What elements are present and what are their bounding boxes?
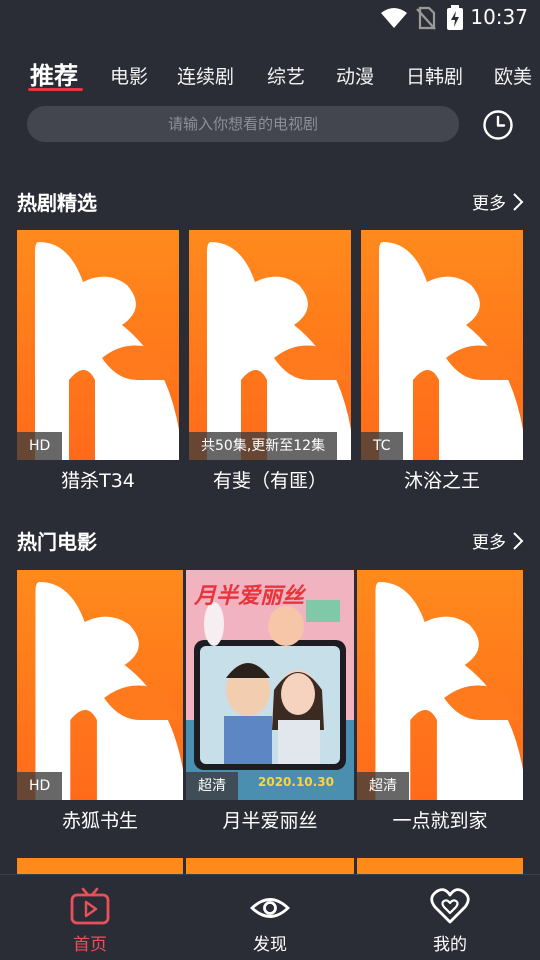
bottom-navigation: 首页 发现 我的 xyxy=(0,874,540,960)
card-title[interactable]: 赤狐书生 xyxy=(17,806,183,833)
no-sim-icon xyxy=(416,6,436,30)
poster-image[interactable]: TC xyxy=(361,230,523,460)
poster-image[interactable]: 超清 xyxy=(357,570,523,800)
clock-icon[interactable] xyxy=(482,109,514,141)
tab-western[interactable]: 欧美 xyxy=(494,62,532,89)
app-logo-placeholder-icon xyxy=(35,582,183,800)
section-title-hot-movies: 热门电影 xyxy=(17,530,97,554)
poster-image[interactable]: HD xyxy=(17,570,183,800)
more-button-hot-series[interactable]: 更多 xyxy=(472,189,524,214)
tv-home-icon xyxy=(70,887,110,925)
quality-badge: HD xyxy=(17,772,63,800)
nav-label: 首页 xyxy=(73,935,107,955)
poster-image[interactable]: 共50集,更新至12集 xyxy=(189,230,351,460)
app-logo-placeholder-icon xyxy=(379,242,523,460)
quality-badge: TC xyxy=(361,432,403,460)
movie-poster-image[interactable]: 月半爱丽丝 2020.10.30 超清 xyxy=(186,570,354,800)
section-title-hot-series: 热剧精选 xyxy=(17,191,97,215)
category-tabs: 推荐 电影 连续剧 综艺 动漫 日韩剧 欧美 xyxy=(0,54,540,98)
tab-series[interactable]: 连续剧 xyxy=(177,62,234,89)
card-title[interactable]: 月半爱丽丝 xyxy=(186,806,354,833)
active-tab-indicator xyxy=(28,88,83,91)
episode-badge: 共50集,更新至12集 xyxy=(189,432,338,460)
poster-image[interactable]: HD xyxy=(17,230,179,460)
quality-badge: 超清 xyxy=(186,772,238,800)
chevron-right-icon xyxy=(513,531,524,550)
poster-image-partial[interactable] xyxy=(17,858,183,874)
poster-image-partial[interactable] xyxy=(357,858,523,874)
media-card[interactable]: 月半爱丽丝 2020.10.30 超清 月半爱丽丝 xyxy=(186,570,354,833)
media-card[interactable]: 共50集,更新至12集 有斐（有匪） xyxy=(189,230,351,493)
heart-user-icon xyxy=(430,888,470,924)
status-time: 10:37 xyxy=(470,5,528,29)
nav-item-profile[interactable]: 我的 xyxy=(390,875,510,960)
app-logo-placeholder-icon xyxy=(375,582,523,800)
nav-item-discover[interactable]: 发现 xyxy=(210,875,330,960)
tab-anime[interactable]: 动漫 xyxy=(336,62,374,89)
search-bar[interactable] xyxy=(27,106,459,142)
tab-variety[interactable]: 综艺 xyxy=(267,62,305,89)
eye-icon xyxy=(250,898,290,918)
movie-poster-date: 2020.10.30 xyxy=(258,775,334,789)
search-input[interactable] xyxy=(27,106,459,142)
wifi-icon xyxy=(381,8,407,28)
media-card[interactable]: HD 猎杀T34 xyxy=(17,230,179,493)
media-card[interactable]: 超清 一点就到家 xyxy=(357,570,523,833)
quality-badge: HD xyxy=(17,432,63,460)
more-label: 更多 xyxy=(472,194,506,214)
nav-label: 我的 xyxy=(433,935,467,955)
status-bar: 10:37 xyxy=(0,0,540,36)
card-title[interactable]: 猎杀T34 xyxy=(17,466,179,493)
app-logo-placeholder-icon xyxy=(207,242,351,460)
movie-poster-title: 月半爱丽丝 xyxy=(194,584,305,609)
media-card[interactable]: HD 赤狐书生 xyxy=(17,570,183,833)
card-title[interactable]: 有斐（有匪） xyxy=(189,466,351,493)
tab-jp-kr-drama[interactable]: 日韩剧 xyxy=(406,62,463,89)
quality-badge: 超清 xyxy=(357,772,409,800)
chevron-right-icon xyxy=(513,192,524,211)
nav-item-home[interactable]: 首页 xyxy=(30,875,150,960)
app-logo-placeholder-icon xyxy=(35,242,179,460)
battery-charging-icon xyxy=(447,5,463,30)
tab-movies[interactable]: 电影 xyxy=(110,62,148,89)
tab-recommend[interactable]: 推荐 xyxy=(30,56,78,91)
card-title[interactable]: 沐浴之王 xyxy=(361,466,523,493)
card-title[interactable]: 一点就到家 xyxy=(357,806,523,833)
more-label: 更多 xyxy=(472,533,506,553)
nav-label: 发现 xyxy=(253,935,287,955)
media-card[interactable]: TC 沐浴之王 xyxy=(361,230,523,493)
poster-image-partial[interactable] xyxy=(186,858,354,874)
more-button-hot-movies[interactable]: 更多 xyxy=(472,528,524,553)
